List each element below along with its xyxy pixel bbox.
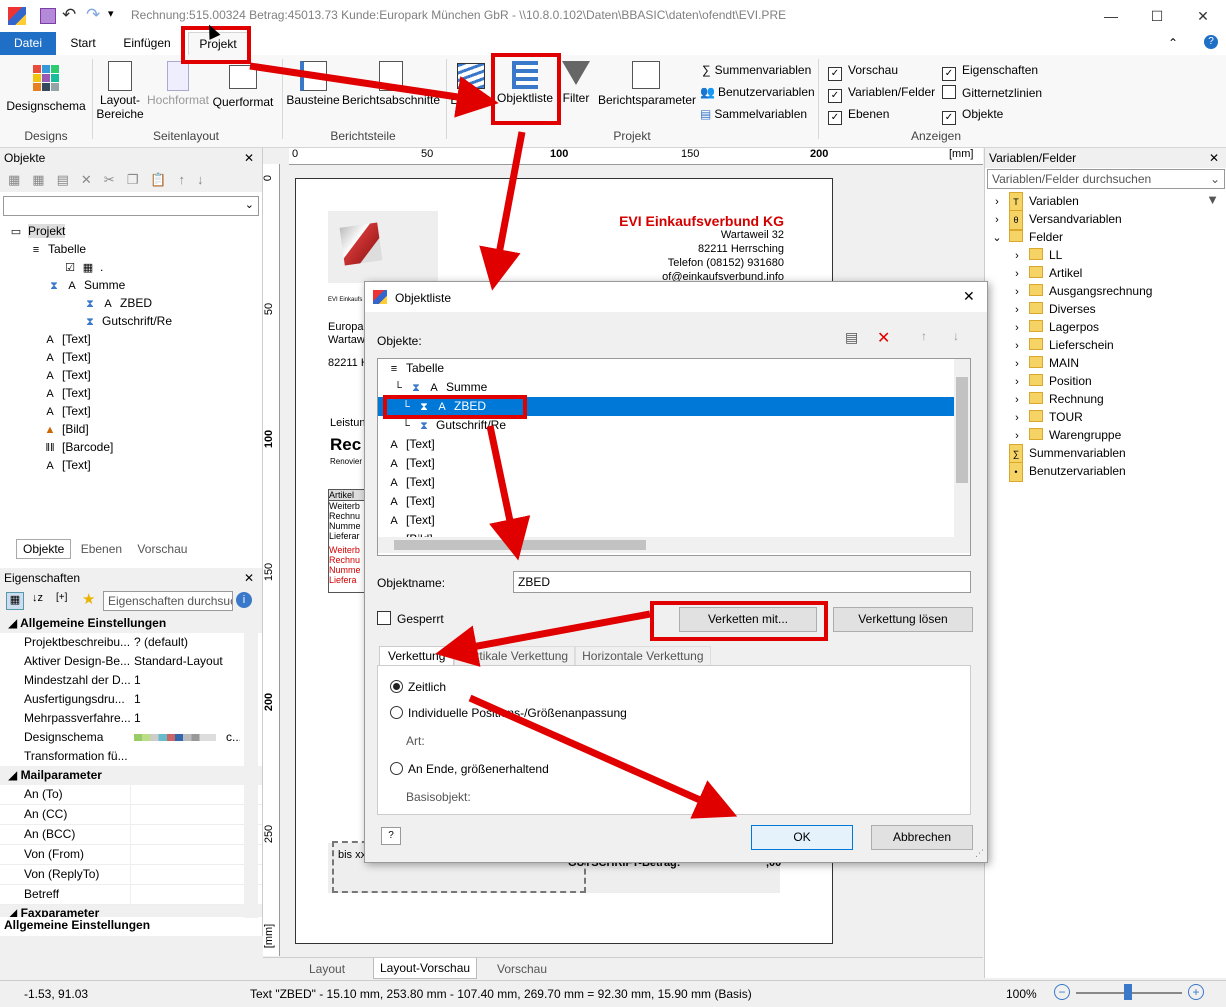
arrow-zbed-to-objektname <box>486 425 531 561</box>
arrow-projekt-to-objektliste <box>249 62 499 118</box>
arrow-verketten-to-tab <box>435 610 651 667</box>
arrow-zeitlich-to-ok <box>468 694 738 819</box>
arrow-objektliste-to-dialog <box>479 131 526 291</box>
annotation-arrows <box>249 62 738 819</box>
